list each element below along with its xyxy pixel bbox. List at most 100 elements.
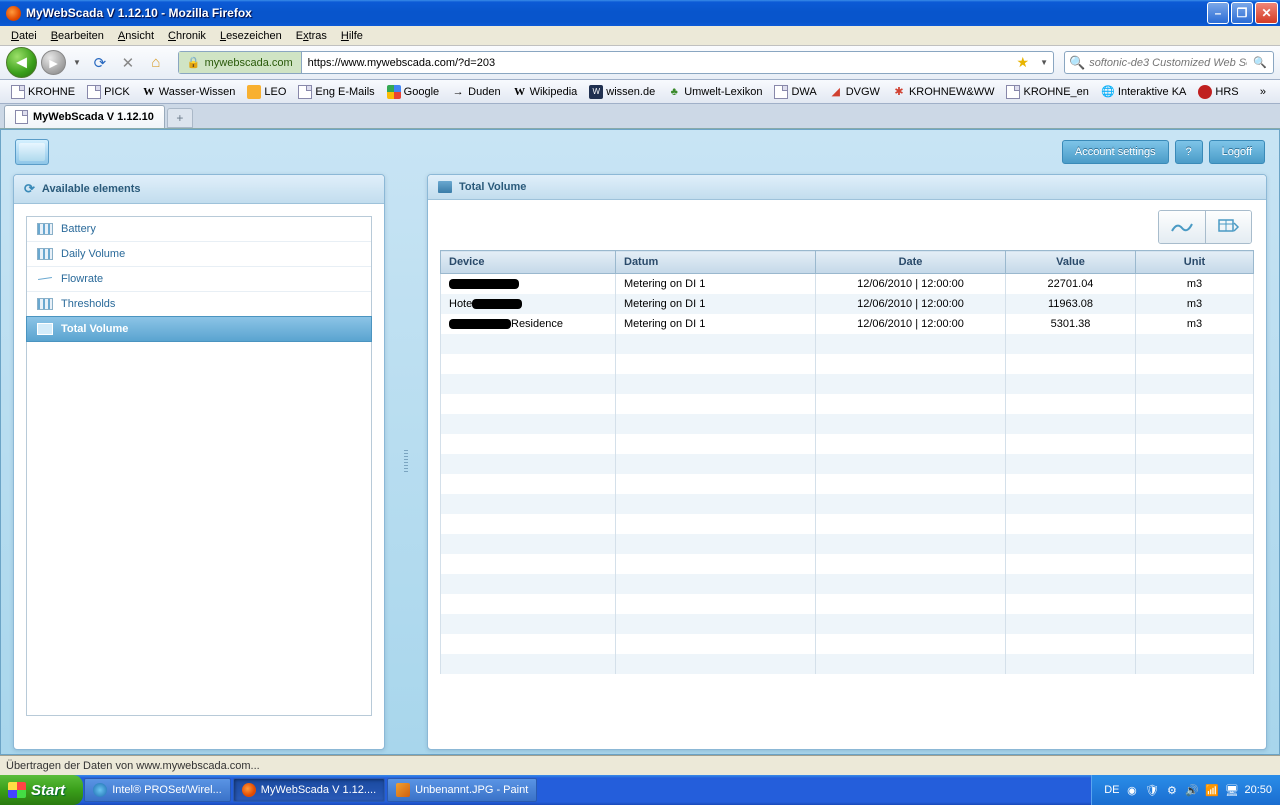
forward-button[interactable]: ► [41,50,66,75]
site-identity-badge[interactable]: 🔒 mywebscada.com [179,52,302,73]
monitor-icon[interactable]: 🖥 [1224,783,1239,798]
bookmark-google[interactable]: Google [382,83,444,101]
page-icon [774,85,788,99]
start-button[interactable]: Start [0,775,83,805]
bookmark-dwa[interactable]: DWA [769,83,821,101]
task-paint[interactable]: Unbenannt.JPG - Paint [387,778,537,802]
bookmark-wikipedia[interactable]: WWikipedia [508,83,583,101]
bookmark-duden[interactable]: →Duden [446,83,505,101]
chart-view-button[interactable] [1159,211,1205,243]
col-device[interactable]: Device [441,251,616,274]
logoff-button[interactable]: Logoff [1209,140,1265,164]
back-button[interactable]: ◄ [6,47,37,78]
wikipedia-icon: W [513,85,527,99]
bookmark-leo[interactable]: LEO [242,83,291,101]
bookmark-star-icon[interactable]: ★ [1011,54,1036,71]
bookmark-hrs[interactable]: HRS [1193,83,1243,101]
table-row-empty [441,454,1254,474]
search-input[interactable] [1089,57,1247,69]
language-indicator[interactable]: DE [1104,784,1119,796]
sidebar-item-thresholds[interactable]: Thresholds [27,292,371,317]
menu-hilfe[interactable]: Hilfe [334,28,370,44]
col-datum[interactable]: Datum [616,251,816,274]
bookmark-wasser-wissen[interactable]: WWasser-Wissen [137,83,241,101]
cell-date: 12/06/2010 | 12:00:00 [816,274,1006,295]
clock[interactable]: 20:50 [1244,784,1272,796]
table-row[interactable]: Metering on DI 112/06/2010 | 12:00:00227… [441,274,1254,295]
tab-bar: MyWebScada V 1.12.10 + [0,104,1280,129]
bookmark-krohneww[interactable]: ✱KROHNEW&WW [887,83,1000,101]
new-tab-button[interactable]: + [167,108,193,128]
minimize-button[interactable]: – [1207,2,1229,24]
lock-icon: 🔒 [187,56,201,69]
bookmark-dvgw[interactable]: ◢DVGW [824,83,885,101]
help-button[interactable]: ? [1175,140,1203,164]
volume-icon[interactable]: 🔊 [1184,783,1199,798]
maximize-button[interactable]: ❐ [1231,2,1253,24]
tray-icon-3[interactable]: ⚙ [1164,783,1179,798]
url-bar[interactable]: 🔒 mywebscada.com https://www.mywebscada.… [178,51,1054,74]
window-title: MyWebScada V 1.12.10 - Mozilla Firefox [26,6,1207,20]
tray-icon-1[interactable]: ◉ [1124,783,1139,798]
app-logo-icon [15,139,49,165]
menu-bearbeiten[interactable]: Bearbeiten [44,28,111,44]
menu-ansicht[interactable]: Ansicht [111,28,161,44]
bookmark-pick[interactable]: PICK [82,83,135,101]
sidebar-item-battery[interactable]: Battery [27,217,371,242]
line-chart-icon [37,273,53,285]
paint-icon [396,783,410,797]
cell-unit: m3 [1136,274,1254,295]
col-date[interactable]: Date [816,251,1006,274]
tab-mywebscada[interactable]: MyWebScada V 1.12.10 [4,105,165,128]
browser-status-bar: Übertragen der Daten von www.mywebscada.… [0,755,1280,775]
search-engine-icon[interactable]: 🔍 [1065,55,1089,71]
panel-splitter[interactable] [403,174,409,750]
home-button[interactable]: ⌂ [144,51,168,75]
bookmark-krohne[interactable]: KROHNE [6,83,80,101]
cell-datum: Metering on DI 1 [616,274,816,295]
col-unit[interactable]: Unit [1136,251,1254,274]
bookmark-interaktive-ka[interactable]: 🌐Interaktive KA [1096,83,1191,101]
menu-extras[interactable]: Extras [289,28,334,44]
main-title: Total Volume [459,181,526,193]
bookmark-krohne-en[interactable]: KROHNE_en [1001,83,1093,101]
menu-datei[interactable]: Datei [4,28,44,44]
menu-lesezeichen[interactable]: Lesezeichen [213,28,289,44]
umwelt-icon: ♣ [667,85,681,99]
table-view-button[interactable] [1205,211,1251,243]
chart-icon [37,323,53,335]
stop-button[interactable]: ✕ [116,51,140,75]
wifi-icon[interactable]: 📶 [1204,783,1219,798]
account-settings-button[interactable]: Account settings [1062,140,1169,164]
globe-icon: 🌐 [1101,85,1115,99]
sidebar-item-flowrate[interactable]: Flowrate [27,267,371,292]
sidebar-header: ⟳ Available elements [14,175,384,204]
col-value[interactable]: Value [1006,251,1136,274]
url-dropdown[interactable]: ▼ [1035,58,1053,67]
site-host: mywebscada.com [205,57,293,69]
refresh-icon[interactable]: ⟳ [24,181,35,197]
sidebar-list: Battery Daily Volume Flowrate Thresholds… [26,216,372,716]
table-row-empty [441,634,1254,654]
table-row[interactable]: HoteMetering on DI 112/06/2010 | 12:00:0… [441,294,1254,314]
close-button[interactable]: ✕ [1255,2,1278,24]
task-mywebscada[interactable]: MyWebScada V 1.12.... [233,778,385,802]
history-dropdown[interactable]: ▼ [70,58,84,67]
leo-icon [247,85,261,99]
table-row[interactable]: ResidenceMetering on DI 112/06/2010 | 12… [441,314,1254,334]
hrs-icon [1198,85,1212,99]
menu-chronik[interactable]: Chronik [161,28,213,44]
task-intel-proset[interactable]: Intel® PROSet/Wirel... [84,778,231,802]
bookmark-umwelt-lexikon[interactable]: ♣Umwelt-Lexikon [662,83,767,101]
page-icon [87,85,101,99]
shield-icon[interactable]: 🛡 [1144,783,1159,798]
table-row-empty [441,594,1254,614]
sidebar-item-daily-volume[interactable]: Daily Volume [27,242,371,267]
bookmark-eng-emails[interactable]: Eng E-Mails [293,83,379,101]
bookmarks-overflow[interactable]: » [1252,86,1274,98]
search-bar[interactable]: 🔍 🔍 [1064,51,1274,74]
reload-button[interactable]: ⟳ [88,51,112,75]
search-go-button[interactable]: 🔍 [1247,56,1273,69]
bookmark-wissen-de[interactable]: Wwissen.de [584,83,660,101]
sidebar-item-total-volume[interactable]: Total Volume [26,316,372,342]
